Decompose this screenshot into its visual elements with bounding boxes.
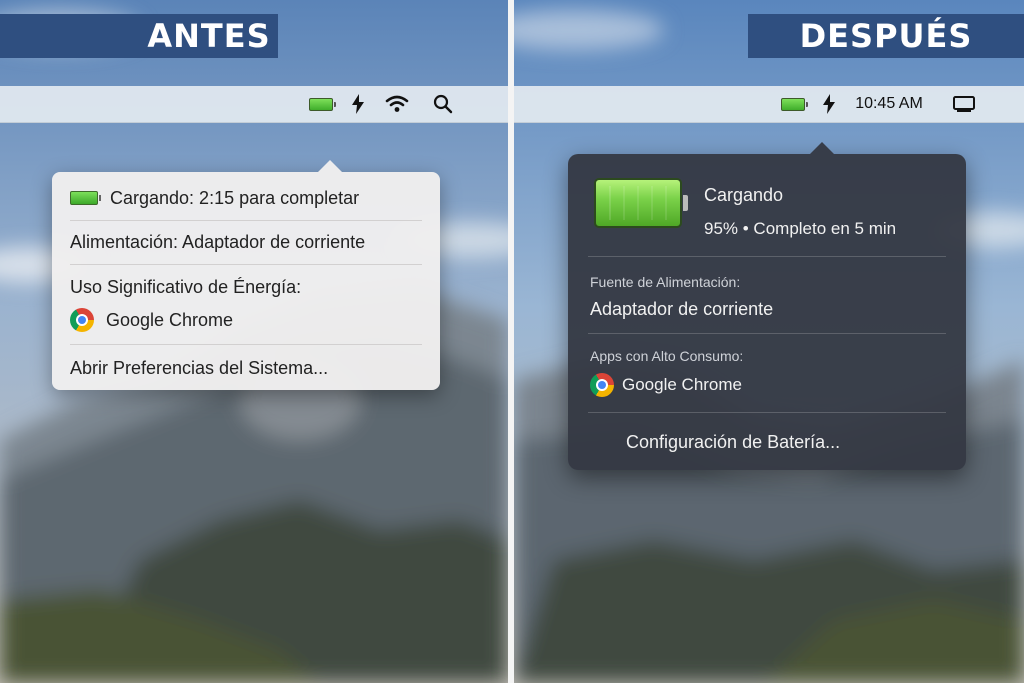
separator [70,220,422,221]
before-label: ANTES [0,14,278,58]
after-panel: DESPUÉS 10:45 AM Cargando 95% • Completo… [514,0,1024,683]
separator [70,264,422,265]
battery-menu-item[interactable] [778,86,808,122]
high-consumption-header: Apps con Alto Consumo: [590,348,744,364]
battery-icon [70,191,101,205]
bolt-icon [348,86,368,122]
bolt-icon [819,86,839,122]
separator [588,412,946,413]
menu-bar [0,86,508,123]
charging-status: Cargando [704,185,784,205]
battery-popup-before: Cargando: 2:15 para completar Alimentaci… [52,160,440,390]
charging-status: Cargando: 2:15 para completar [110,187,360,208]
battery-settings-item[interactable]: Configuración de Batería... [626,432,840,453]
wifi-icon[interactable] [382,86,412,122]
menu-bar: 10:45 AM [514,86,1024,123]
energy-header-row: Uso Significativo de Énergía: [70,275,422,299]
open-preferences-label: Abrir Preferencias del Sistema... [70,357,329,378]
popup-arrow [318,160,342,172]
battery-menu-item[interactable] [306,86,336,122]
charging-row: Cargando: 2:15 para completar [70,186,422,210]
battery-icon [781,97,808,111]
separator [588,333,946,334]
app-row[interactable]: Google Chrome [590,373,742,397]
before-panel: ANTES Cargando: 2:15 para completar Alim… [0,0,508,683]
app-name: Google Chrome [106,309,234,330]
charge-detail: 95% • Completo en 5 min [704,219,897,238]
separator [70,344,422,345]
power-source-row: Alimentación: Adaptador de corriente [70,230,422,254]
search-icon[interactable] [430,86,456,122]
menu-clock[interactable]: 10:45 AM [848,86,930,122]
display-icon[interactable] [950,86,978,122]
power-source-value: Adaptador de corriente [590,299,774,319]
chrome-icon [70,308,94,332]
battery-large-icon [594,178,688,228]
energy-header: Uso Significativo de Énergía: [70,276,302,297]
power-source-text: Alimentación: Adaptador de corriente [70,231,366,252]
chrome-icon [590,373,614,397]
battery-popup-after: Cargando 95% • Completo en 5 min Fuente … [568,142,966,470]
after-label: DESPUÉS [748,14,1024,58]
app-name: Google Chrome [622,375,743,394]
app-row[interactable]: Google Chrome [70,307,422,333]
open-preferences-item[interactable]: Abrir Preferencias del Sistema... [70,356,422,380]
popup-arrow [810,142,834,154]
clock-text: 10:45 AM [855,95,923,112]
battery-icon [309,97,336,111]
separator [588,256,946,257]
power-source-header: Fuente de Alimentación: [590,274,741,290]
